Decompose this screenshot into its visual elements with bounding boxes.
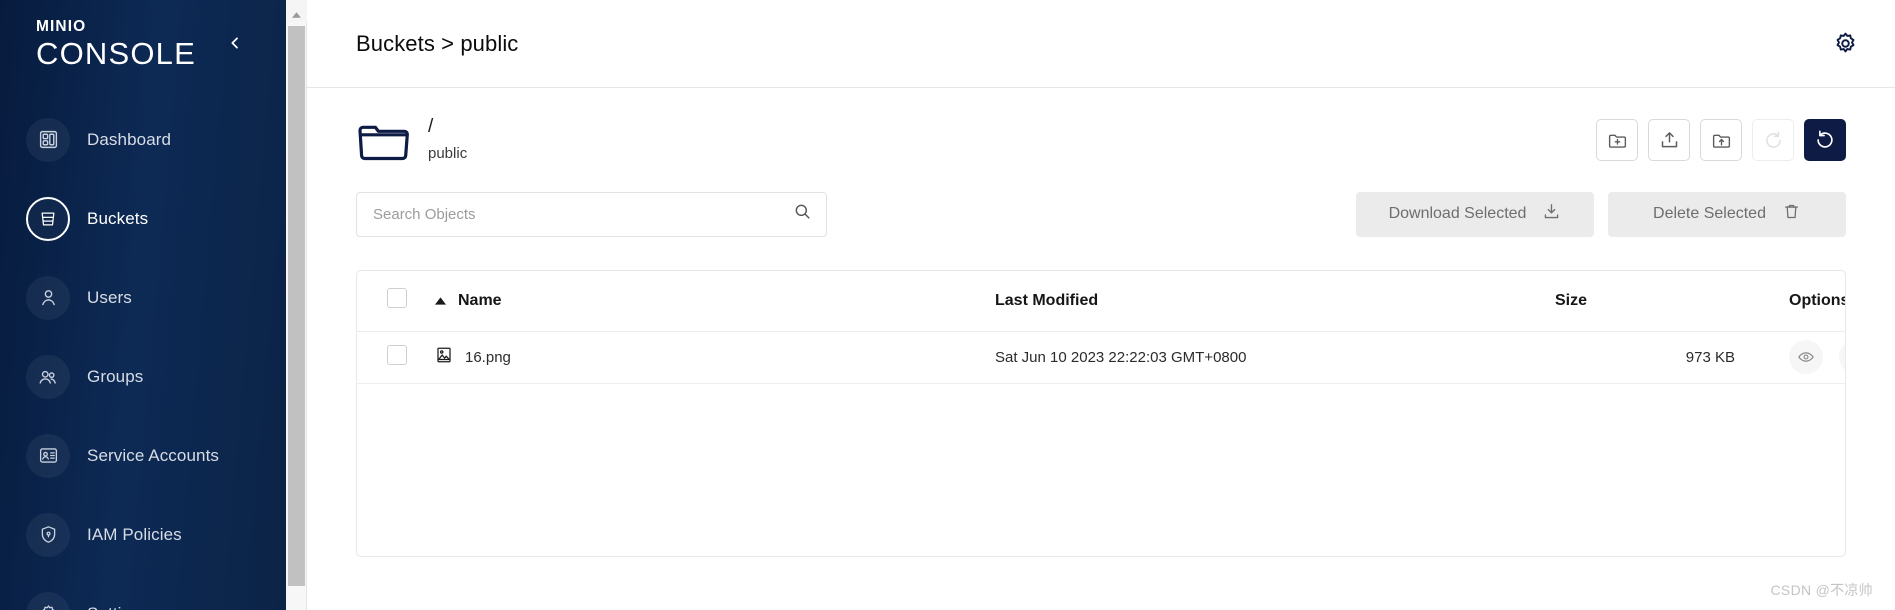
gear-icon (26, 591, 70, 610)
path-row: / public (356, 88, 1846, 180)
refresh-button[interactable] (1804, 119, 1846, 161)
column-header-size[interactable]: Size (1555, 271, 1765, 332)
create-new-path-button[interactable] (1596, 119, 1638, 161)
watermark: CSDN @不凉帅 (1770, 582, 1873, 598)
rewind-button (1752, 119, 1794, 161)
tools-row: Download Selected Delete Selected (356, 180, 1846, 248)
row-last-modified: Sat Jun 10 2023 22:22:03 GMT+0800 (995, 331, 1555, 384)
row-name-cell: 16.png (435, 331, 995, 384)
sidebar-item-settings[interactable]: Settings (0, 574, 286, 610)
download-selected-button[interactable]: Download Selected (1356, 191, 1594, 237)
main-content: Buckets > public / public Search Objects… (307, 0, 1895, 610)
objects-table-card: Name Last Modified Size Options 16.png S… (356, 270, 1846, 557)
objects-table: Name Last Modified Size Options 16.png S… (357, 271, 1846, 384)
image-file-icon (435, 346, 453, 368)
sidebar-item-label: Service Accounts (87, 445, 219, 465)
bucket-icon (26, 196, 70, 241)
share-button[interactable] (1839, 340, 1845, 374)
sidebar-item-label: IAM Policies (87, 524, 182, 544)
scrollbar-thumb[interactable] (288, 26, 305, 586)
preview-button[interactable] (1789, 340, 1823, 374)
sidebar-item-buckets[interactable]: Buckets (0, 179, 286, 258)
object-action-buttons (1596, 119, 1846, 161)
brand-minio-text: MINIO (36, 18, 87, 35)
content-area: / public Search Objects Download Selecte… (307, 88, 1895, 557)
row-select-cell (357, 331, 435, 384)
objects-table-head: Name Last Modified Size Options (357, 271, 1846, 332)
delete-selected-label: Delete Selected (1653, 205, 1766, 222)
sidebar-item-dashboard[interactable]: Dashboard (0, 100, 286, 179)
sidebar-scrollbar[interactable] (286, 0, 307, 610)
dashboard-icon (26, 117, 70, 162)
download-icon (1542, 202, 1561, 226)
user-icon (26, 275, 70, 320)
upload-files-button[interactable] (1648, 119, 1690, 161)
trash-icon (1782, 202, 1801, 226)
sort-ascending-icon (435, 297, 446, 305)
column-header-options: Options (1765, 271, 1846, 332)
path-bucket-name: public (428, 145, 468, 162)
id-card-icon (26, 433, 70, 478)
sidebar-item-users[interactable]: Users (0, 258, 286, 337)
scrollbar-up-arrow-icon[interactable] (286, 0, 307, 22)
brand-console-text: CONSOLE (36, 36, 196, 71)
sidebar-nav: Dashboard Buckets Users Groups Service A… (0, 100, 286, 610)
path-separator: / (428, 116, 434, 137)
table-row[interactable]: 16.png Sat Jun 10 2023 22:22:03 GMT+0800… (357, 331, 1845, 384)
delete-selected-button[interactable]: Delete Selected (1608, 191, 1846, 237)
row-options-cell (1765, 331, 1845, 384)
column-header-label: Name (458, 291, 502, 309)
sidebar-item-label: Settings (87, 604, 149, 610)
sidebar-item-label: Dashboard (87, 129, 172, 149)
column-header-label: Size (1555, 291, 1588, 309)
column-header-name[interactable]: Name (435, 271, 995, 332)
breadcrumb[interactable]: Buckets > public (356, 31, 518, 57)
shield-lock-icon (26, 512, 70, 557)
topbar: Buckets > public (307, 0, 1895, 88)
search-input[interactable] (373, 205, 793, 223)
search-icon[interactable] (793, 202, 812, 226)
sidebar: MINIO CONSOLE Dashboard Buckets Users Gr… (0, 0, 286, 610)
sidebar-item-service-accounts[interactable]: Service Accounts (0, 416, 286, 495)
sidebar-item-label: Groups (87, 366, 144, 386)
sidebar-item-label: Users (87, 287, 132, 307)
settings-gear-icon[interactable] (1825, 24, 1865, 64)
brand-logo[interactable]: MINIO CONSOLE (0, 0, 286, 96)
folder-icon (356, 117, 412, 163)
sidebar-item-label: Buckets (87, 208, 149, 228)
download-selected-label: Download Selected (1388, 205, 1527, 222)
select-all-checkbox[interactable] (387, 288, 407, 309)
selection-action-buttons: Download Selected Delete Selected (1356, 191, 1846, 237)
sidebar-item-groups[interactable]: Groups (0, 337, 286, 416)
path-text: / public (428, 116, 467, 164)
select-all-header (357, 271, 435, 332)
table-header-row: Name Last Modified Size Options (357, 271, 1846, 332)
column-header-label: Last Modified (995, 291, 1099, 309)
row-checkbox[interactable] (387, 345, 407, 365)
row-size: 973 KB (1555, 331, 1765, 384)
minio-console-page: MINIO CONSOLE Dashboard Buckets Users Gr… (0, 0, 1895, 610)
chevron-left-icon[interactable] (222, 30, 248, 56)
objects-table-body: 16.png Sat Jun 10 2023 22:22:03 GMT+0800… (357, 331, 1845, 384)
sidebar-item-iam-policies[interactable]: IAM Policies (0, 495, 286, 574)
search-objects-box[interactable] (356, 191, 827, 237)
groups-icon (26, 354, 70, 399)
upload-folder-button[interactable] (1700, 119, 1742, 161)
column-header-last-modified[interactable]: Last Modified (995, 271, 1555, 332)
column-header-label: Options (1789, 291, 1846, 309)
row-file-name: 16.png (465, 348, 511, 366)
